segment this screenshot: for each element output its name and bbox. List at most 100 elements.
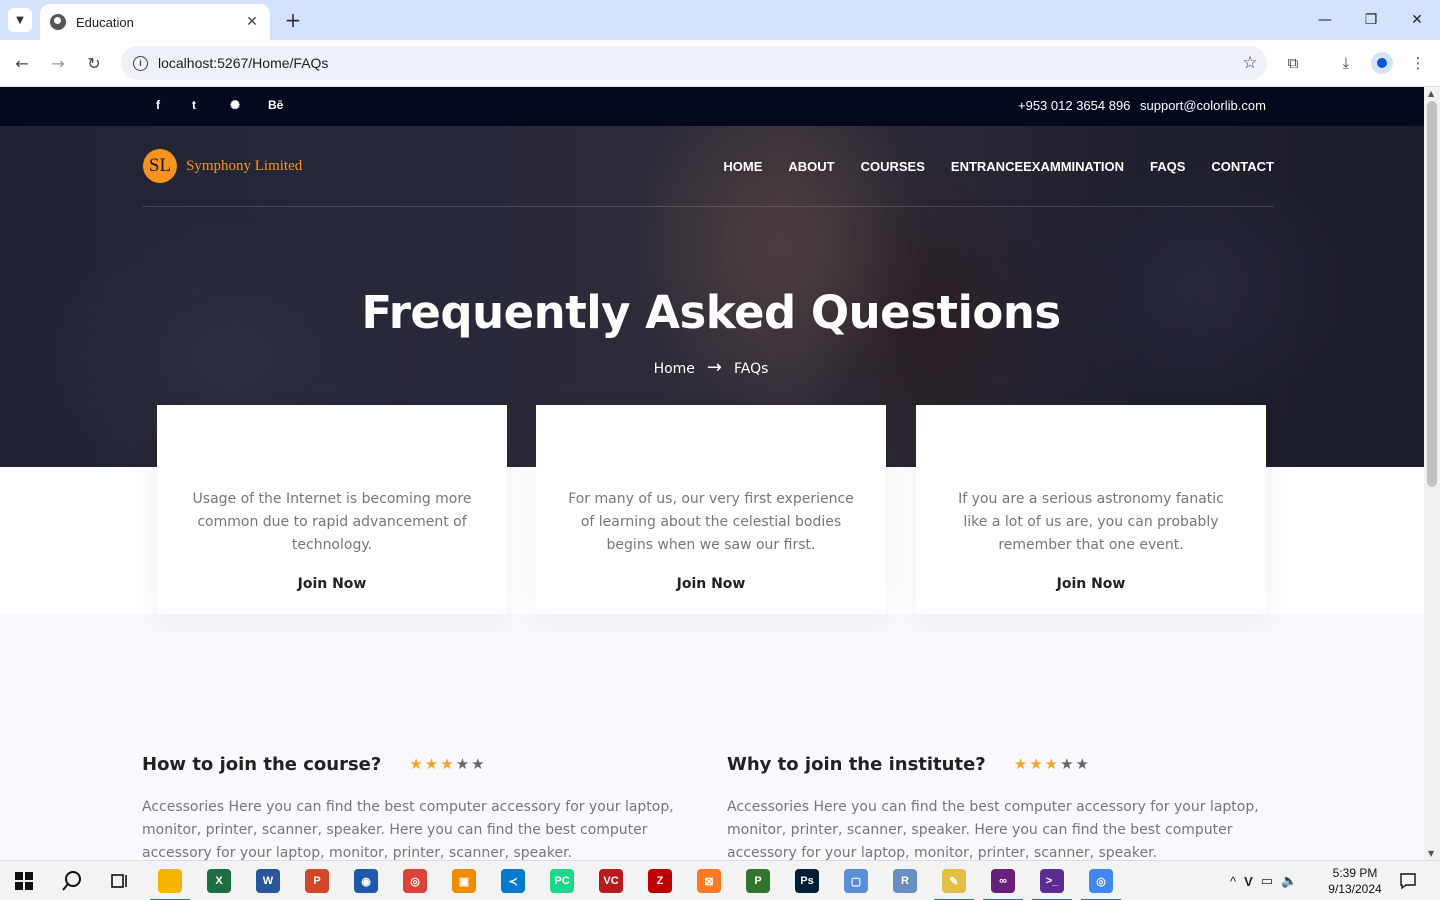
visual-studio-glyph: ∞	[991, 869, 1015, 893]
feature-card: No.1 of universities For many of us, our…	[536, 405, 886, 614]
reload-icon[interactable]: ↻	[81, 50, 107, 76]
nav-courses[interactable]: COURSES	[861, 159, 925, 174]
twitter-icon[interactable]: t	[192, 98, 196, 112]
nav-contact[interactable]: CONTACT	[1211, 159, 1274, 174]
profile-avatar-icon[interactable]	[1369, 50, 1395, 76]
breadcrumb-home-link[interactable]: Home	[654, 361, 695, 377]
browser-tab[interactable]: Education ✕	[40, 4, 270, 40]
taskbar-terminal-icon[interactable]: >_	[1028, 861, 1076, 900]
arrow-right-icon: →	[706, 357, 722, 378]
back-arrow-icon[interactable]: ←	[9, 50, 35, 76]
facebook-icon[interactable]: f	[156, 98, 160, 112]
chrome-active-glyph: ◎	[1089, 869, 1113, 893]
taskbar-vscode-icon[interactable]: ≺	[489, 861, 537, 900]
windows-start-icon[interactable]	[0, 861, 48, 900]
site-info-icon[interactable]: i	[133, 55, 148, 71]
notification-icon[interactable]	[1384, 861, 1432, 900]
vpn-icon[interactable]: V	[1244, 874, 1253, 889]
feature-title: No.1 of universities	[536, 405, 886, 467]
task-view-icon[interactable]	[96, 861, 144, 900]
star-empty-icon: ★	[455, 755, 470, 773]
nav-entrance-examination[interactable]: ENTRANCEEXAMMINATION	[951, 159, 1124, 174]
globe-icon	[50, 14, 66, 30]
taskbar-visual-studio-icon[interactable]: ∞	[979, 861, 1027, 900]
top-contact-bar: f t ✺ Bē +953 012 3654 896 support@color…	[0, 87, 1424, 126]
taskbar-powerpoint-icon[interactable]: P	[293, 861, 341, 900]
xampp-glyph: ⊠	[697, 869, 721, 893]
new-tab-button[interactable]: +	[282, 8, 304, 32]
volume-icon[interactable]: 🔈	[1281, 873, 1297, 889]
main-nav: HOME ABOUT COURSES ENTRANCEEXAMMINATION …	[723, 159, 1274, 174]
taskbar-sticky-app-icon[interactable]: ✎	[930, 861, 978, 900]
bookmark-star-icon[interactable]: ☆	[1233, 53, 1267, 73]
taskbar-excel-icon[interactable]: X	[195, 861, 243, 900]
star-filled-icon: ★	[409, 755, 423, 773]
app-blue-circle-glyph: ◉	[354, 869, 378, 893]
taskbar-pycharm-icon[interactable]: PC	[538, 861, 586, 900]
taskbar-app-blue-circle-icon[interactable]: ◉	[342, 861, 390, 900]
box-app-glyph: ▢	[844, 869, 868, 893]
browser-toolbar: ← → ↻ i localhost:5267/Home/FAQs ☆ ⧉ ⤓ ⋮	[0, 40, 1440, 87]
download-icon[interactable]: ⤓	[1333, 50, 1359, 76]
star-filled-icon: ★	[1044, 755, 1059, 773]
taskbar-chrome-active-icon[interactable]: ◎	[1077, 861, 1125, 900]
email-link[interactable]: support@colorlib.com	[1140, 98, 1266, 113]
taskbar-app-orange-blue-icon[interactable]: ▣	[440, 861, 488, 900]
taskbar-vc-app-icon[interactable]: VC	[587, 861, 635, 900]
nav-about[interactable]: ABOUT	[788, 159, 834, 174]
network-icon[interactable]: ▭	[1261, 873, 1273, 889]
logo-mark[interactable]: SL	[143, 149, 177, 183]
windows-taskbar: X W P ◉ ◎ ▣ ≺ PC VC Z ⊠ P Ps ▢ R ✎ ∞ >_ ◎ ^ V ▭ 🔈 5:39 PM …	[0, 860, 1440, 900]
taskbar-filezilla-icon[interactable]: Z	[636, 861, 684, 900]
minimize-button[interactable]: —	[1302, 6, 1348, 34]
dribbble-icon[interactable]: ✺	[230, 98, 240, 112]
restore-button[interactable]: ❐	[1348, 6, 1394, 34]
chrome-glyph: ◎	[403, 869, 427, 893]
tab-search-chevron-icon[interactable]: ▼	[8, 8, 32, 32]
address-bar[interactable]: i localhost:5267/Home/FAQs ☆	[121, 46, 1267, 80]
taskbar-project-icon[interactable]: P	[734, 861, 782, 900]
kebab-menu-icon[interactable]: ⋮	[1405, 50, 1431, 76]
taskbar-xampp-icon[interactable]: ⊠	[685, 861, 733, 900]
nav-faqs[interactable]: FAQS	[1150, 159, 1185, 174]
url-text[interactable]: localhost:5267/Home/FAQs	[158, 55, 1233, 71]
system-clock[interactable]: 5:39 PM 9/13/2024	[1320, 865, 1390, 897]
join-now-link[interactable]: Join Now	[916, 576, 1266, 592]
taskbar-word-icon[interactable]: W	[244, 861, 292, 900]
logo-text[interactable]: Symphony Limited	[186, 158, 302, 175]
extensions-puzzle-icon[interactable]: ⧉	[1280, 50, 1306, 76]
star-empty-icon: ★	[1060, 755, 1074, 773]
behance-icon[interactable]: Bē	[268, 98, 283, 112]
excel-glyph: X	[207, 869, 231, 893]
scroll-down-icon[interactable]: ▼	[1428, 849, 1434, 858]
breadcrumb-current: FAQs	[734, 361, 769, 377]
taskbar-r-app-icon[interactable]: R	[881, 861, 929, 900]
taskbar-file-explorer-icon[interactable]	[146, 861, 194, 900]
faq-answer: Accessories Here you can find the best c…	[727, 799, 1259, 860]
close-window-button[interactable]: ✕	[1394, 6, 1440, 34]
search-icon[interactable]	[48, 861, 96, 900]
join-now-link[interactable]: Join Now	[157, 576, 507, 592]
join-now-link[interactable]: Join Now	[536, 576, 886, 592]
scroll-up-icon[interactable]: ▲	[1428, 89, 1434, 98]
file-explorer-glyph	[158, 869, 182, 893]
taskbar-box-app-icon[interactable]: ▢	[832, 861, 880, 900]
browser-tabstrip: ▼ Education ✕ + — ❐ ✕	[0, 0, 1440, 40]
feature-text: If you are a serious astronomy fanatic l…	[958, 491, 1224, 553]
forward-arrow-icon[interactable]: →	[45, 50, 71, 76]
page-title: Frequently Asked Questions	[361, 286, 1061, 339]
star-filled-icon: ★	[440, 755, 454, 773]
nav-home[interactable]: HOME	[723, 159, 762, 174]
taskbar-chrome-icon[interactable]: ◎	[391, 861, 439, 900]
taskbar-photoshop-icon[interactable]: Ps	[783, 861, 831, 900]
feature-card: Huge Library If you are a serious astron…	[916, 405, 1266, 614]
chevron-up-icon[interactable]: ^	[1230, 874, 1236, 889]
star-empty-icon: ★	[1075, 755, 1089, 773]
tab-close-icon[interactable]: ✕	[244, 14, 260, 30]
phone-link[interactable]: +953 012 3654 896	[1018, 98, 1130, 113]
star-empty-icon: ★	[471, 755, 485, 773]
scrollbar-thumb[interactable]	[1427, 101, 1437, 487]
vertical-scrollbar[interactable]: ▲ ▼	[1424, 87, 1440, 860]
terminal-glyph: >_	[1040, 869, 1064, 893]
faq-item: How to join the course? ★ ★ ★ ★ ★ Accessorie…	[142, 752, 682, 861]
